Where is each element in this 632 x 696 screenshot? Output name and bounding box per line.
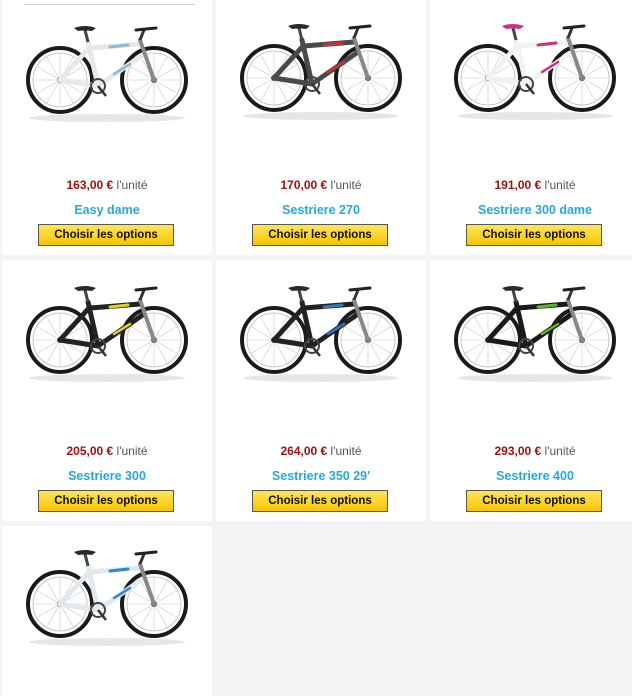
price: 191,00 € xyxy=(494,178,542,192)
price: 205,00 € xyxy=(66,444,114,458)
choose-options-button[interactable]: Choisir les options xyxy=(466,224,602,246)
bicycle-icon xyxy=(454,286,616,382)
price-line: 264,00 € l'unité xyxy=(216,444,426,458)
product-name-link[interactable]: Sestriere 350 29' xyxy=(216,469,426,483)
price-line: 293,00 € l'unité xyxy=(430,444,632,458)
choose-options-button[interactable]: Choisir les options xyxy=(252,224,388,246)
product-card: 264,00 € l'unité Sestriere 350 29' Chois… xyxy=(216,260,426,521)
product-name-link[interactable]: Sestriere 270 xyxy=(216,203,426,217)
product-image[interactable] xyxy=(2,528,212,658)
product-card: 205,00 € l'unité Sestriere 300 Choisir l… xyxy=(2,260,212,521)
product-name-link[interactable]: Sestriere 300 dame xyxy=(430,203,632,217)
product-image[interactable] xyxy=(216,2,426,132)
product-image[interactable] xyxy=(430,2,632,132)
price-line: 191,00 € l'unité xyxy=(430,178,632,192)
bicycle-icon xyxy=(26,550,188,646)
product-card: 163,00 € l'unité Easy dame Choisir les o… xyxy=(2,0,212,255)
bicycle-icon xyxy=(26,286,188,382)
choose-options-button[interactable]: Choisir les options xyxy=(466,490,602,512)
choose-options-button[interactable]: Choisir les options xyxy=(252,490,388,512)
bicycle-icon xyxy=(240,24,402,120)
price-line: 163,00 € l'unité xyxy=(2,178,212,192)
price: 163,00 € xyxy=(66,178,114,192)
choose-options-button[interactable]: Choisir les options xyxy=(38,490,174,512)
price: 170,00 € xyxy=(280,178,328,192)
product-card: 293,00 € l'unité Sestriere 400 Choisir l… xyxy=(430,260,632,521)
bicycle-icon xyxy=(454,24,616,120)
price-line: 170,00 € l'unité xyxy=(216,178,426,192)
product-card: 170,00 € l'unité Sestriere 270 Choisir l… xyxy=(216,0,426,255)
price-line: 205,00 € l'unité xyxy=(2,444,212,458)
product-image[interactable] xyxy=(2,4,212,134)
bicycle-icon xyxy=(26,26,188,122)
price: 264,00 € xyxy=(280,444,328,458)
product-name-link[interactable]: Sestriere 400 xyxy=(430,469,632,483)
unit-label: l'unité xyxy=(544,444,576,458)
price: 293,00 € xyxy=(494,444,542,458)
product-image[interactable] xyxy=(2,264,212,394)
unit-label: l'unité xyxy=(116,178,148,192)
choose-options-button[interactable]: Choisir les options xyxy=(38,224,174,246)
product-card xyxy=(2,526,212,696)
product-image[interactable] xyxy=(216,264,426,394)
bicycle-icon xyxy=(240,286,402,382)
unit-label: l'unité xyxy=(330,178,362,192)
unit-label: l'unité xyxy=(330,444,362,458)
unit-label: l'unité xyxy=(544,178,576,192)
unit-label: l'unité xyxy=(116,444,148,458)
product-name-link[interactable]: Sestriere 300 xyxy=(2,469,212,483)
product-name-link[interactable]: Easy dame xyxy=(2,203,212,217)
product-image[interactable] xyxy=(430,264,632,394)
product-card: 191,00 € l'unité Sestriere 300 dame Choi… xyxy=(430,0,632,255)
